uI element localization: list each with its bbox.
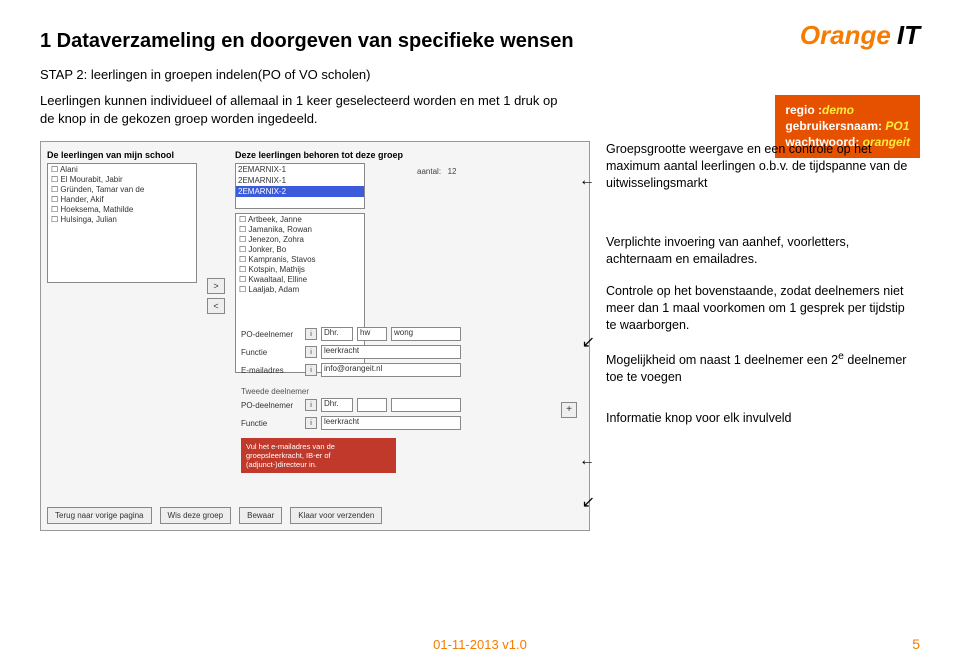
annotations-column: Groepsgrootte weergave en een controle o… (606, 141, 916, 531)
students-list[interactable]: Alani El Mourabit, Jabir Gründen, Tamar … (47, 163, 197, 283)
annotation-4: Mogelijkheid om naast 1 deelnemer een 2e… (606, 350, 916, 386)
salutation-select[interactable]: Dhr. (321, 327, 353, 341)
right-list-label: Deze leerlingen behoren tot deze groep (235, 148, 403, 163)
list-item[interactable]: Hander, Akif (49, 195, 195, 205)
surname2-input[interactable] (391, 398, 461, 412)
arrow-icon: ← (579, 172, 595, 190)
move-left-button[interactable]: < (207, 298, 225, 314)
logo-it: IT (897, 20, 920, 50)
list-item[interactable]: Gründen, Tamar van de (49, 185, 195, 195)
list-item[interactable]: El Mourabit, Jabir (49, 175, 195, 185)
initials-input[interactable]: hw (357, 327, 387, 341)
email-label: E-mailadres (241, 366, 301, 375)
function2-label: Functie (241, 419, 301, 428)
list-item[interactable]: Hulsinga, Julian (49, 215, 195, 225)
list-item[interactable]: Jonker, Bo (237, 245, 363, 255)
function2-input[interactable]: leerkracht (321, 416, 461, 430)
annotation-5: Informatie knop voor elk invulveld (606, 410, 916, 427)
username-label: gebruikersnaam: (785, 119, 882, 133)
second-participant-section: Tweede deelnemer (241, 387, 461, 396)
save-button[interactable]: Bewaar (239, 507, 282, 524)
salutation2-select[interactable]: Dhr. (321, 398, 353, 412)
intro-text: Leerlingen kunnen individueel of allemaa… (40, 92, 560, 127)
add-participant-button[interactable]: + (561, 402, 577, 418)
list-item[interactable]: Kotspin, Mathijs (237, 265, 363, 275)
page-number: 5 (912, 636, 920, 652)
region-label: regio : (785, 103, 822, 117)
info-button[interactable]: i (305, 346, 317, 358)
annotation-2: Verplichte invoering van aanhef, voorlet… (606, 234, 916, 268)
info-button[interactable]: i (305, 399, 317, 411)
list-item[interactable]: Artbeek, Janne (237, 215, 363, 225)
arrow-icon: ↙ (582, 332, 595, 352)
initials2-input[interactable] (357, 398, 387, 412)
region-value: demo (822, 103, 854, 117)
list-item[interactable]: Kampranis, Stavos (237, 255, 363, 265)
list-item[interactable]: 2EMARNIX-2 (236, 186, 364, 197)
surname-input[interactable]: wong (391, 327, 461, 341)
info-button[interactable]: i (305, 364, 317, 376)
count-label: aantal: (417, 167, 441, 176)
info-button[interactable]: i (305, 328, 317, 340)
logo-orange: Orange (800, 20, 891, 50)
list-item[interactable]: Laaljab, Adam (237, 285, 363, 295)
function-input[interactable]: leerkracht (321, 345, 461, 359)
arrow-icon: ↙ (582, 492, 595, 512)
group-select[interactable]: 2EMARNIX-1 2EMARNIX-1 2EMARNIX-2 (235, 163, 365, 209)
list-item[interactable]: 2EMARNIX-1 (236, 164, 364, 175)
red-note: Vul het e-mailadres van de groepsleerkra… (241, 438, 396, 473)
page-title: 1 Dataverzameling en doorgeven van speci… (40, 30, 920, 53)
count-value: 12 (448, 167, 457, 176)
left-list-label: De leerlingen van mijn school (47, 148, 197, 163)
list-item[interactable]: Alani (49, 165, 195, 175)
clear-group-button[interactable]: Wis deze groep (160, 507, 232, 524)
move-right-button[interactable]: > (207, 278, 225, 294)
participant-form: PO-deelnemer i Dhr. hw wong Functie i le… (241, 327, 461, 473)
username-value: PO1 (885, 119, 909, 133)
po-participant-label: PO-deelnemer (241, 330, 301, 339)
po-participant2-label: PO-deelnemer (241, 401, 301, 410)
arrow-icon: ← (579, 452, 595, 470)
step-subtitle: STAP 2: leerlingen in groepen indelen(PO… (40, 67, 920, 82)
logo: OrangeIT (800, 20, 920, 51)
app-screenshot: De leerlingen van mijn school Alani El M… (40, 141, 590, 531)
email-input[interactable]: info@orangeit.nl (321, 363, 461, 377)
info-button[interactable]: i (305, 417, 317, 429)
annotation-3: Controle op het bovenstaande, zodat deel… (606, 283, 916, 334)
list-item[interactable]: Hoeksema, Mathilde (49, 205, 195, 215)
annotation-1: Groepsgrootte weergave en een controle o… (606, 141, 916, 192)
list-item[interactable]: Jenezon, Zohra (237, 235, 363, 245)
ready-send-button[interactable]: Klaar voor verzenden (290, 507, 382, 524)
back-button[interactable]: Terug naar vorige pagina (47, 507, 152, 524)
function-label: Functie (241, 348, 301, 357)
list-item[interactable]: Kwaaltaal, Elline (237, 275, 363, 285)
footer-date: 01-11-2013 v1.0 (0, 637, 960, 652)
list-item[interactable]: Jamanika, Rowan (237, 225, 363, 235)
list-item[interactable]: 2EMARNIX-1 (236, 175, 364, 186)
